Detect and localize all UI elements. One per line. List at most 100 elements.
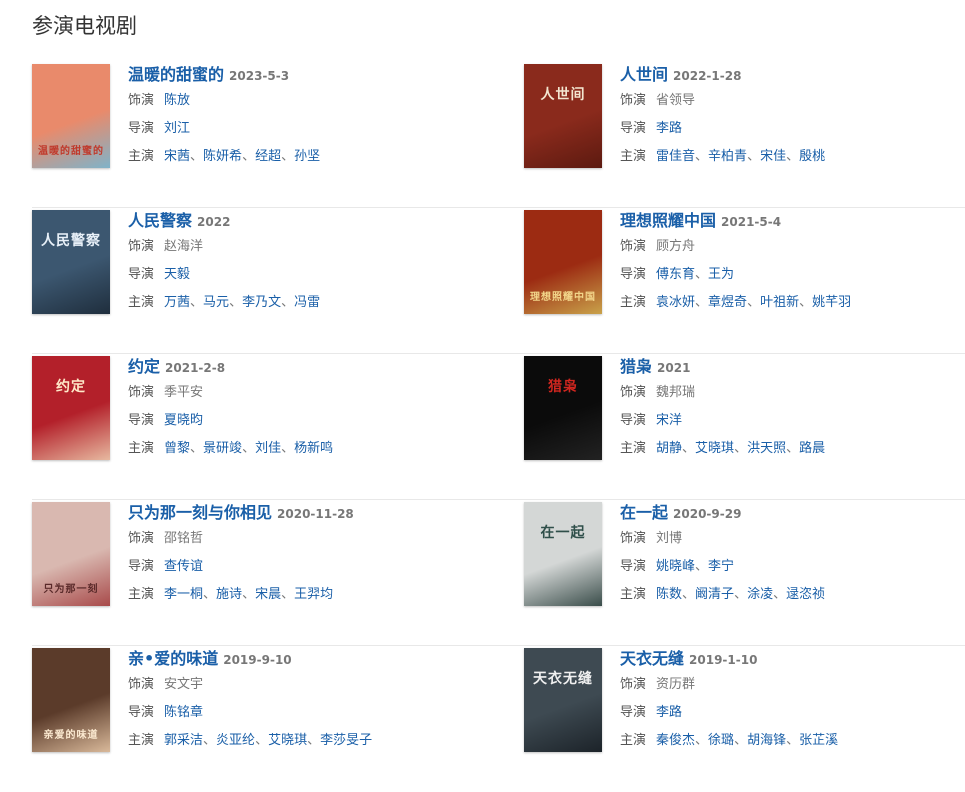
cast-member-link[interactable]: 景研竣: [203, 441, 242, 456]
cast-member-link[interactable]: 曾黎: [164, 441, 190, 456]
cast-label: 主演: [128, 441, 155, 456]
cast-member-link[interactable]: 施诗: [216, 587, 242, 602]
director-line: 导演 刘江: [128, 115, 320, 143]
cast-member-link[interactable]: 张芷溪: [799, 733, 838, 748]
show-title-link[interactable]: 猎枭: [620, 357, 652, 376]
cast-member-link[interactable]: 徐璐: [708, 733, 734, 748]
cast-member-link[interactable]: 杨新鸣: [294, 441, 333, 456]
cast-member-link[interactable]: 冯雷: [294, 295, 320, 310]
director-link[interactable]: 天毅: [164, 267, 190, 282]
name-separator: 、: [747, 149, 761, 164]
role-name[interactable]: 陈放: [164, 93, 190, 108]
show-title-link[interactable]: 在一起: [620, 503, 668, 522]
director-line: 导演 夏晓昀: [128, 407, 333, 435]
show-title-link[interactable]: 只为那一刻与你相见: [128, 503, 272, 522]
director-link[interactable]: 傅东育: [656, 267, 695, 282]
cast-member-link[interactable]: 马元: [203, 295, 229, 310]
cast-member-link[interactable]: 姚芊羽: [812, 295, 851, 310]
role-name: 安文宇: [164, 677, 204, 692]
cast-member-link[interactable]: 叶祖新: [760, 295, 799, 310]
show-card: 理想照耀中国 理想照耀中国 2021-5-4 饰演 顾方舟 导演 傅东育、王为 主演 袁冰妍、章…: [524, 208, 965, 353]
role-line: 饰演 刘博: [620, 525, 825, 553]
cast-line: 主演 袁冰妍、章煜奇、叶祖新、姚芊羽: [620, 289, 851, 317]
show-title-link[interactable]: 温暖的甜蜜的: [128, 65, 224, 84]
director-link[interactable]: 陈铭章: [164, 705, 203, 720]
cast-member-link[interactable]: 万茜: [164, 295, 190, 310]
cast-label: 主演: [128, 295, 155, 310]
poster-title-art: 猎枭: [548, 379, 578, 395]
show-title-link[interactable]: 人世间: [620, 65, 668, 84]
show-poster[interactable]: 在一起: [524, 502, 602, 606]
show-poster[interactable]: 人民警察: [32, 210, 110, 314]
role-line: 饰演 邵铭哲: [128, 525, 354, 553]
cast-member-link[interactable]: 胡静: [656, 441, 682, 456]
cast-member-link[interactable]: 艾晓琪: [695, 441, 734, 456]
show-poster[interactable]: 约定: [32, 356, 110, 460]
cast-member-link[interactable]: 孙坚: [294, 149, 320, 164]
cast-member-link[interactable]: 逯恣祯: [786, 587, 825, 602]
name-separator: 、: [242, 149, 256, 164]
show-poster[interactable]: 猎枭: [524, 356, 602, 460]
director-link[interactable]: 查传谊: [164, 559, 203, 574]
show-title-link[interactable]: 天衣无缝: [620, 649, 684, 668]
role-label: 饰演: [128, 385, 155, 400]
show-title-line: 在一起 2020-9-29: [620, 501, 825, 525]
director-link[interactable]: 李宁: [708, 559, 734, 574]
cast-member-link[interactable]: 殷桃: [799, 149, 825, 164]
name-separator: 、: [242, 587, 256, 602]
name-separator: 、: [281, 295, 295, 310]
cast-member-link[interactable]: 章煜奇: [708, 295, 747, 310]
cast-member-link[interactable]: 艾晓琪: [268, 733, 307, 748]
director-link[interactable]: 李路: [656, 705, 682, 720]
name-separator: 、: [190, 295, 204, 310]
cast-member-link[interactable]: 胡海锋: [747, 733, 786, 748]
name-separator: 、: [695, 733, 709, 748]
cast-member-link[interactable]: 李一桐: [164, 587, 203, 602]
cast-member-link[interactable]: 宋佳: [760, 149, 786, 164]
show-poster[interactable]: 理想照耀中国: [524, 210, 602, 314]
cast-member-link[interactable]: 路晨: [799, 441, 825, 456]
show-poster[interactable]: 温暖的甜蜜的: [32, 64, 110, 168]
cast-member-link[interactable]: 郭采洁: [164, 733, 203, 748]
show-title-link[interactable]: 人民警察: [128, 211, 192, 230]
show-poster[interactable]: 亲爱的味道: [32, 648, 110, 752]
cast-member-link[interactable]: 陈妍希: [203, 149, 242, 164]
cast-member-link[interactable]: 袁冰妍: [656, 295, 695, 310]
cast-member-link[interactable]: 洪天照: [747, 441, 786, 456]
cast-member-link[interactable]: 雷佳音: [656, 149, 695, 164]
show-poster[interactable]: 人世间: [524, 64, 602, 168]
cast-member-link[interactable]: 宋茜: [164, 149, 190, 164]
cast-member-link[interactable]: 辛柏青: [708, 149, 747, 164]
director-link[interactable]: 姚晓峰: [656, 559, 695, 574]
cast-member-link[interactable]: 刘佳: [255, 441, 281, 456]
role-line: 饰演 季平安: [128, 379, 333, 407]
cast-member-link[interactable]: 秦俊杰: [656, 733, 695, 748]
release-date: 2020-9-29: [673, 507, 742, 521]
cast-member-link[interactable]: 涂凌: [747, 587, 773, 602]
name-separator: 、: [281, 441, 295, 456]
show-title-link[interactable]: 理想照耀中国: [620, 211, 716, 230]
show-row: 约定 约定 2021-2-8 饰演 季平安 导演 夏晓昀 主演 曾黎、景研竣、刘佳、杨新鸣 猎枭猎…: [32, 354, 965, 500]
cast-member-link[interactable]: 王羿均: [294, 587, 333, 602]
cast-member-link[interactable]: 李莎旻子: [320, 733, 372, 748]
show-poster[interactable]: 只为那一刻: [32, 502, 110, 606]
cast-member-link[interactable]: 炎亚纶: [216, 733, 255, 748]
cast-member-link[interactable]: 陈数: [656, 587, 682, 602]
show-title-line: 天衣无缝 2019-1-10: [620, 647, 838, 671]
show-info: 亲•爱的味道 2019-9-10 饰演 安文宇 导演 陈铭章 主演 郭采洁、炎亚纶、艾晓琪、李…: [128, 648, 372, 792]
show-title-link[interactable]: 亲•爱的味道: [128, 649, 218, 668]
director-link[interactable]: 李路: [656, 121, 682, 136]
show-title-link[interactable]: 约定: [128, 357, 160, 376]
role-name: 顾方舟: [656, 239, 696, 254]
cast-member-link[interactable]: 李乃文: [242, 295, 281, 310]
director-link[interactable]: 刘江: [164, 121, 190, 136]
cast-member-link[interactable]: 经超: [255, 149, 281, 164]
cast-member-link[interactable]: 阚清子: [695, 587, 734, 602]
cast-member-link[interactable]: 宋晨: [255, 587, 281, 602]
name-separator: 、: [734, 733, 748, 748]
director-link[interactable]: 王为: [708, 267, 734, 282]
director-link[interactable]: 宋洋: [656, 413, 682, 428]
release-date: 2022-1-28: [673, 69, 742, 83]
director-link[interactable]: 夏晓昀: [164, 413, 203, 428]
show-poster[interactable]: 天衣无缝: [524, 648, 602, 752]
